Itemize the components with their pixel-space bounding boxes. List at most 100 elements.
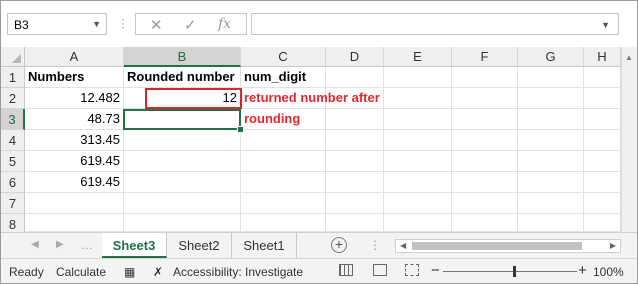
splitter-dots-icon[interactable]: ⋮ — [369, 238, 381, 252]
column-header-b[interactable]: B — [124, 47, 241, 67]
cell-d5[interactable] — [326, 151, 384, 172]
zoom-level[interactable]: 100% — [593, 265, 624, 279]
cell-e4[interactable] — [384, 130, 452, 151]
cell-d2[interactable] — [326, 88, 384, 109]
cell-e6[interactable] — [384, 172, 452, 193]
fill-handle[interactable] — [237, 126, 244, 133]
cell-e8[interactable] — [384, 214, 452, 232]
cell-h6[interactable] — [584, 172, 621, 193]
page-layout-icon[interactable] — [373, 264, 387, 276]
cell-c5[interactable] — [241, 151, 326, 172]
cell-f5[interactable] — [452, 151, 518, 172]
cell-e3[interactable] — [384, 109, 452, 130]
cell-d6[interactable] — [326, 172, 384, 193]
cell-a8[interactable] — [25, 214, 124, 232]
sheet-tab-sheet1[interactable]: Sheet1 — [232, 233, 297, 258]
cell-a3[interactable]: 48.73 — [25, 109, 124, 130]
cell-e5[interactable] — [384, 151, 452, 172]
more-tabs-icon[interactable]: … — [81, 238, 93, 252]
cell-e7[interactable] — [384, 193, 452, 214]
column-header-d[interactable]: D — [326, 47, 384, 67]
cell-c1[interactable]: num_digit — [241, 67, 326, 88]
cell-f4[interactable] — [452, 130, 518, 151]
cancel-icon[interactable]: ✕ — [150, 16, 163, 34]
cell-g6[interactable] — [518, 172, 584, 193]
cell-h5[interactable] — [584, 151, 621, 172]
row-header-3[interactable]: 3 — [1, 109, 25, 130]
select-all-corner[interactable] — [1, 47, 25, 67]
cell-a6[interactable]: 619.45 — [25, 172, 124, 193]
zoom-slider[interactable] — [443, 271, 577, 272]
cell-g4[interactable] — [518, 130, 584, 151]
cell-f6[interactable] — [452, 172, 518, 193]
cell-c7[interactable] — [241, 193, 326, 214]
sheet-tab-sheet3[interactable]: Sheet3 — [102, 233, 167, 258]
cell-b1[interactable]: Rounded number — [124, 67, 241, 88]
cell-b4[interactable] — [124, 130, 241, 151]
vertical-scrollbar[interactable]: ▲ — [621, 47, 637, 232]
insert-function-icon[interactable]: fx — [218, 16, 231, 32]
column-header-a[interactable]: A — [25, 47, 124, 67]
scroll-left-icon[interactable]: ◀ — [400, 241, 406, 250]
cell-g7[interactable] — [518, 193, 584, 214]
add-sheet-icon[interactable]: + — [331, 237, 347, 253]
row-header-1[interactable]: 1 — [1, 67, 25, 88]
column-header-c[interactable]: C — [241, 47, 326, 67]
cell-g1[interactable] — [518, 67, 584, 88]
cell-h2[interactable] — [584, 88, 621, 109]
zoom-out-button[interactable]: − — [431, 262, 440, 279]
cell-d7[interactable] — [326, 193, 384, 214]
tab-prev-icon[interactable]: ◀ — [31, 239, 39, 250]
cell-a4[interactable]: 313.45 — [25, 130, 124, 151]
cell-h1[interactable] — [584, 67, 621, 88]
scroll-up-icon[interactable]: ▲ — [625, 53, 633, 62]
scrollbar-thumb[interactable] — [412, 242, 582, 250]
page-break-preview-icon[interactable] — [405, 264, 419, 276]
row-header-2[interactable]: 2 — [1, 88, 25, 109]
name-box[interactable]: B3 ▼ — [7, 13, 107, 35]
cell-h7[interactable] — [584, 193, 621, 214]
column-header-h[interactable]: H — [584, 47, 621, 67]
cell-g3[interactable] — [518, 109, 584, 130]
cell-g8[interactable] — [518, 214, 584, 232]
row-header-6[interactable]: 6 — [1, 172, 25, 193]
accessibility-icon[interactable]: ✗ — [153, 265, 163, 279]
cell-d4[interactable] — [326, 130, 384, 151]
cell-e2[interactable] — [384, 88, 452, 109]
column-header-g[interactable]: G — [518, 47, 584, 67]
macro-recorder-icon[interactable]: ▦ — [124, 265, 135, 279]
horizontal-scrollbar[interactable]: ◀ ▶ — [395, 239, 621, 253]
chevron-down-icon[interactable]: ▼ — [92, 19, 101, 29]
formula-input[interactable]: ▼ — [251, 13, 619, 35]
cell-a1[interactable]: Numbers — [25, 67, 124, 88]
tab-next-icon[interactable]: ▶ — [56, 239, 64, 250]
column-header-f[interactable]: F — [452, 47, 518, 67]
cell-f8[interactable] — [452, 214, 518, 232]
cell-f2[interactable] — [452, 88, 518, 109]
enter-icon[interactable]: ✓ — [184, 16, 197, 34]
cell-h8[interactable] — [584, 214, 621, 232]
cell-a7[interactable] — [25, 193, 124, 214]
expand-formula-bar-icon[interactable]: ▼ — [601, 20, 610, 30]
cell-c4[interactable] — [241, 130, 326, 151]
cell-f7[interactable] — [452, 193, 518, 214]
grip-dots-icon[interactable]: · · · — [121, 13, 125, 33]
status-accessibility[interactable]: Accessibility: Investigate — [173, 265, 303, 279]
cell-g2[interactable] — [518, 88, 584, 109]
cell-a2[interactable]: 12.482 — [25, 88, 124, 109]
cell-a5[interactable]: 619.45 — [25, 151, 124, 172]
cell-b5[interactable] — [124, 151, 241, 172]
cell-f1[interactable] — [452, 67, 518, 88]
cell-c6[interactable] — [241, 172, 326, 193]
cell-d3[interactable] — [326, 109, 384, 130]
cell-g5[interactable] — [518, 151, 584, 172]
cell-e1[interactable] — [384, 67, 452, 88]
scroll-right-icon[interactable]: ▶ — [610, 241, 616, 250]
zoom-slider-thumb[interactable] — [513, 266, 516, 277]
zoom-in-button[interactable]: + — [578, 262, 587, 279]
cell-d8[interactable] — [326, 214, 384, 232]
cell-b6[interactable] — [124, 172, 241, 193]
status-calculate[interactable]: Calculate — [56, 265, 106, 279]
cell-c8[interactable] — [241, 214, 326, 232]
column-header-e[interactable]: E — [384, 47, 452, 67]
